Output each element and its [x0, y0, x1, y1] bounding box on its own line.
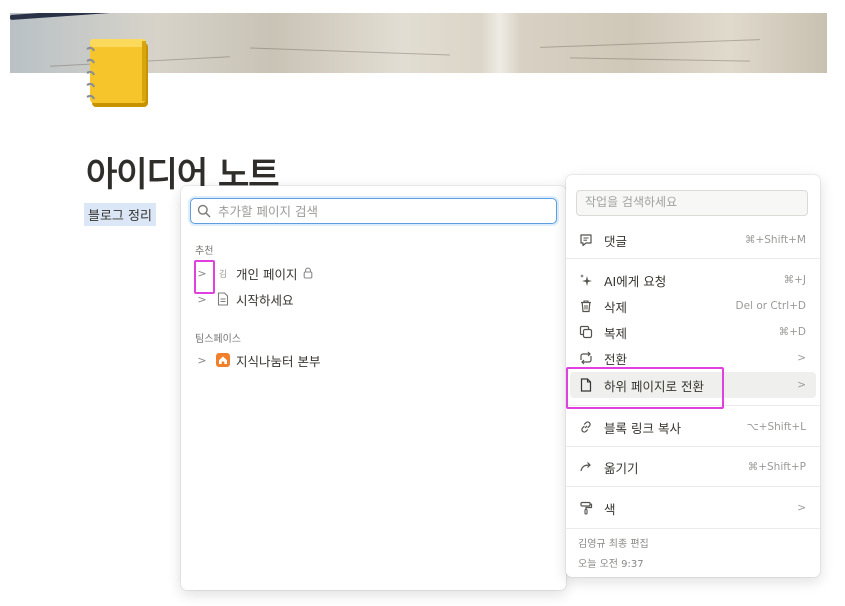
menu-item-comment[interactable]: 댓글 ⌘+Shift+M [570, 227, 816, 253]
expand-chevron-icon[interactable]: > [195, 293, 209, 306]
page-item-label: 시작하세요 [236, 292, 294, 308]
menu-item-label: 댓글 [604, 233, 628, 249]
menu-item-ask-ai[interactable]: AI에게 요청 ⌘+J [570, 267, 816, 293]
search-icon [197, 204, 211, 218]
section-label-teamspace: 팀스페이스 [195, 334, 241, 345]
menu-item-label: 옮기기 [604, 460, 639, 476]
menu-divider [566, 258, 820, 259]
cover-handwriting-line [540, 39, 760, 48]
menu-item-label: 전환 [604, 351, 628, 367]
menu-item-duplicate[interactable]: 복제 ⌘+D [570, 319, 816, 345]
keyboard-shortcut: ⌘+D [778, 326, 806, 338]
move-arrow-icon [578, 459, 594, 475]
menu-divider [566, 405, 820, 406]
action-search-box[interactable] [576, 190, 808, 216]
teamspace-label: 지식나눔터 본부 [236, 353, 321, 369]
turn-into-icon [578, 350, 594, 366]
cover-page-fold [480, 13, 520, 73]
keyboard-shortcut: Del or Ctrl+D [735, 300, 806, 312]
ai-sparkle-icon [578, 272, 594, 288]
menu-divider [566, 528, 820, 529]
last-edited-time: 오늘 오전 9:37 [578, 559, 644, 570]
menu-item-label: 삭제 [604, 299, 628, 315]
submenu-chevron-icon: > [797, 352, 806, 364]
cover-handwriting-line [250, 47, 450, 56]
page-icon [578, 377, 594, 393]
menu-item-label: 하위 페이지로 전환 [604, 378, 704, 394]
paint-roller-icon [578, 500, 594, 516]
duplicate-icon [578, 324, 594, 340]
menu-item-label: 복제 [604, 325, 628, 341]
expand-chevron-icon[interactable]: > [195, 354, 209, 367]
menu-item-label: 블록 링크 복사 [604, 420, 681, 436]
lock-icon [304, 267, 313, 279]
cover-pen-stroke [10, 13, 160, 20]
submenu-chevron-icon: > [797, 379, 806, 391]
expand-chevron-icon[interactable]: > [195, 267, 209, 280]
keyboard-shortcut: ⌥+Shift+L [746, 421, 806, 433]
move-to-panel: 추천 > 김 개인 페이지 > 시작하세요 팀스페이스 > 지식나눔 [181, 186, 566, 590]
menu-item-turn-into[interactable]: 전환 > [570, 345, 816, 371]
menu-item-color[interactable]: 색 > [570, 495, 816, 521]
link-icon [578, 419, 594, 435]
keyboard-shortcut: ⌘+Shift+M [744, 234, 806, 246]
menu-divider [566, 446, 820, 447]
menu-divider [566, 486, 820, 487]
menu-item-label: 색 [604, 501, 616, 517]
keyboard-shortcut: ⌘+Shift+P [747, 461, 806, 473]
page-item-get-started[interactable]: > 시작하세요 [195, 288, 294, 310]
menu-item-move-to[interactable]: 옮기기 ⌘+Shift+P [570, 454, 816, 480]
notebook-icon[interactable] [86, 33, 156, 111]
cover-handwriting-line [570, 57, 750, 62]
page-item-label: 개인 페이지 [236, 266, 298, 282]
document-icon [215, 291, 231, 307]
page-search-input[interactable] [216, 202, 540, 220]
page-search-box[interactable] [190, 198, 557, 224]
property-tag[interactable]: 블로그 정리 [84, 203, 156, 226]
house-icon [215, 352, 231, 368]
block-actions-menu: 댓글 ⌘+Shift+M AI에게 요청 ⌘+J 삭제 Del or Ctrl+… [566, 175, 820, 577]
menu-item-copy-link[interactable]: 블록 링크 복사 ⌥+Shift+L [570, 414, 816, 440]
section-label-recommended: 추천 [195, 246, 214, 257]
menu-item-label: AI에게 요청 [604, 273, 667, 289]
comment-icon [578, 232, 594, 248]
menu-item-delete[interactable]: 삭제 Del or Ctrl+D [570, 293, 816, 319]
teamspace-item[interactable]: > 지식나눔터 본부 [195, 349, 320, 371]
submenu-chevron-icon: > [797, 502, 806, 514]
menu-item-turn-into-subpage[interactable]: 하위 페이지로 전환 > [570, 372, 816, 398]
page-item-personal[interactable]: > 김 개인 페이지 [195, 262, 313, 284]
action-search-input[interactable] [577, 191, 795, 213]
workspace-initial-icon: 김 [218, 269, 228, 280]
last-edited-by: 김영규 최종 편집 [578, 539, 649, 550]
keyboard-shortcut: ⌘+J [783, 274, 806, 286]
trash-icon [578, 298, 594, 314]
